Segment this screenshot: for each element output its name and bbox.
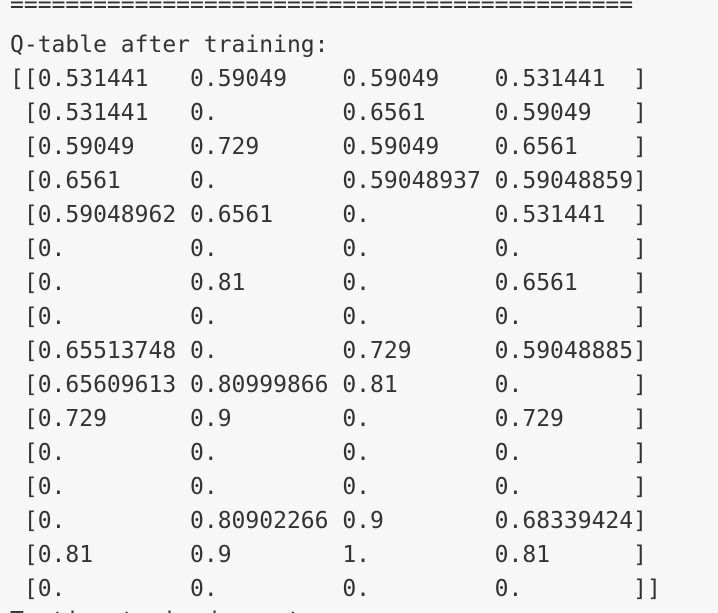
q-table-row: [0.59049 0.729 0.59049 0.6561 ] bbox=[10, 134, 647, 160]
clipped-next-line: Testing trained agent... bbox=[0, 604, 718, 613]
separator-line: ========================================… bbox=[10, 0, 634, 18]
q-table-row: [0.6561 0. 0.59048937 0.59048859] bbox=[10, 168, 647, 194]
clipped-next-line-text: Testing trained agent... bbox=[10, 604, 342, 613]
q-table-row: [[0.531441 0.59049 0.59049 0.531441 ] bbox=[10, 66, 647, 92]
q-table-row: [0.65609613 0.80999866 0.81 0. ] bbox=[10, 372, 647, 398]
q-table-heading: Q-table after training: bbox=[10, 32, 329, 58]
q-table-row: [0. 0. 0. 0. ] bbox=[10, 440, 647, 466]
q-table-row: [0. 0.81 0. 0.6561 ] bbox=[10, 270, 647, 296]
q-table-row: [0.531441 0. 0.6561 0.59049 ] bbox=[10, 100, 647, 126]
console-output: ========================================… bbox=[0, 0, 718, 613]
q-table-row: [0. 0. 0. 0. ] bbox=[10, 236, 647, 262]
q-table-row: [0. 0. 0. 0. ]] bbox=[10, 576, 661, 602]
q-table-row: [0. 0. 0. 0. ] bbox=[10, 304, 647, 330]
q-table-row: [0. 0. 0. 0. ] bbox=[10, 474, 647, 500]
q-table-row: [0.65513748 0. 0.729 0.59048885] bbox=[10, 338, 647, 364]
q-table-row: [0. 0.80902266 0.9 0.68339424] bbox=[10, 508, 647, 534]
q-table-row: [0.81 0.9 1. 0.81 ] bbox=[10, 542, 647, 568]
q-table-row: [0.729 0.9 0. 0.729 ] bbox=[10, 406, 647, 432]
q-table-row: [0.59048962 0.6561 0. 0.531441 ] bbox=[10, 202, 647, 228]
